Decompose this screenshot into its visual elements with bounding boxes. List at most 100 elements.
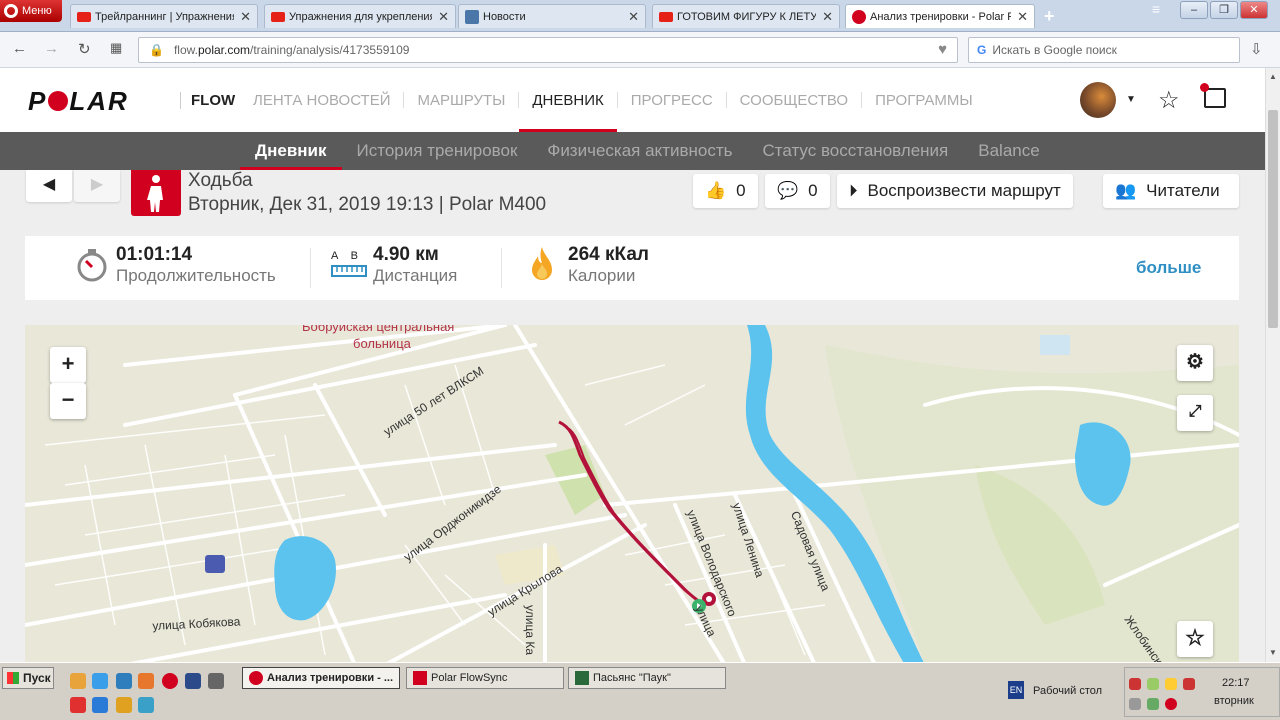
browser-tab-active[interactable]: Анализ тренировки - Polar Flow ✕ [845,4,1035,28]
duration-stat: 01:01:14 Продолжительность [77,244,276,286]
comments-button[interactable]: 💬 0 [765,174,830,208]
forward-icon[interactable]: → [44,40,59,57]
heart-icon[interactable]: ♥ [938,41,947,58]
ie-icon[interactable] [92,697,108,713]
avatar[interactable] [1080,82,1116,118]
minimize-button[interactable]: – [1180,1,1208,19]
flame-icon [530,246,554,287]
sub-nav: Дневник История тренировок Физическая ак… [0,132,1265,170]
tabs-menu-icon[interactable]: ≡ [1142,1,1170,19]
chrome-icon[interactable] [92,673,108,689]
distance-label: Дистанция [373,266,458,285]
nav-routes[interactable]: МАРШРУТЫ [404,68,518,132]
speed-dial-icon[interactable]: ▦ [110,40,122,56]
browser-tab[interactable]: ГОТОВИМ ФИГУРУ К ЛЕТУ ✕ [652,4,840,28]
calories-stat: 264 кКал Калории [532,244,649,286]
chevron-down-icon[interactable]: ▼ [1126,94,1136,105]
task-label: Polar FlowSync [431,672,508,684]
tray-icon[interactable] [1147,698,1159,710]
browser-tab[interactable]: Новости ✕ [458,4,646,28]
nav-diary[interactable]: ДНЕВНИК [519,68,618,132]
fullscreen-icon[interactable]: ⤢ [1177,395,1213,431]
tray-icon[interactable] [1129,678,1141,690]
tray-icon[interactable] [1147,678,1159,690]
route-map[interactable]: Бобруйская центральная больница улица 50… [25,325,1239,662]
task-spider-solitaire[interactable]: Пасьянс "Паук" [568,667,726,689]
nav-community[interactable]: СООБЩЕСТВО [727,68,861,132]
quicklaunch-icon[interactable] [116,673,132,689]
yandex-icon[interactable] [70,697,86,713]
subnav-activity[interactable]: Физическая активность [532,132,747,170]
polar-icon [852,9,866,24]
url-path: /training/analysis/4173559109 [250,43,410,57]
firefox-icon[interactable] [138,673,154,689]
nav-progress[interactable]: ПРОГРЕСС [618,68,726,132]
close-tab-icon[interactable]: ✕ [1017,9,1028,25]
scroll-up-icon[interactable]: ▲ [1266,70,1280,84]
save-icon[interactable] [185,673,201,689]
map-canvas [25,325,1239,662]
search-placeholder: Искать в Google поиск [992,43,1117,57]
youtube-icon [77,11,91,22]
replay-route-button[interactable]: ⏵ Воспроизвести маршрут [837,174,1073,208]
close-tab-icon[interactable]: ✕ [240,9,251,25]
tray-icon[interactable] [1165,678,1177,690]
flow-label: FLOW [180,92,235,109]
back-icon[interactable]: ← [12,40,27,57]
download-icon[interactable]: ⇩ [1250,40,1263,58]
previous-session-button[interactable]: ◀ [26,170,72,202]
desktop-toolbar-label[interactable]: Рабочий стол [1033,685,1102,697]
subnav-recovery[interactable]: Статус восстановления [748,132,964,170]
calories-value: 264 кКал [568,244,649,265]
star-icon[interactable]: ☆ [1158,86,1180,115]
shield-icon[interactable] [1183,678,1195,690]
followers-button[interactable]: 👥 Читатели [1103,174,1239,208]
opera-menu-button[interactable]: Меню [0,0,62,22]
opera-icon[interactable] [162,673,178,689]
zoom-out-button[interactable]: − [50,383,86,419]
tray-icon[interactable] [1129,698,1141,710]
notification-dot [1200,83,1209,92]
start-button[interactable]: Пуск [2,667,54,689]
close-window-button[interactable]: ✕ [1240,1,1268,19]
subnav-diary[interactable]: Дневник [240,132,342,170]
calculator-icon[interactable] [208,673,224,689]
next-session-button[interactable]: ▶ [74,170,120,202]
media-player-icon[interactable] [116,697,132,713]
polar-logo[interactable]: P LAR [28,86,129,117]
browser-tab[interactable]: Трейлраннинг | Упражнения ✕ [70,4,258,28]
distance-ab-icon: A B [331,250,367,278]
google-search-field[interactable]: G Искать в Google поиск [968,37,1240,63]
quicklaunch-icon[interactable] [70,673,86,689]
polar-flowsync-icon [413,671,427,685]
reload-icon[interactable]: ↻ [78,40,91,58]
opera-tray-icon[interactable] [1165,698,1177,710]
close-tab-icon[interactable]: ✕ [822,9,833,25]
subnav-history[interactable]: История тренировок [342,132,533,170]
subnav-balance[interactable]: Balance [963,132,1054,170]
page-scrollbar[interactable]: ▲ ▼ [1265,68,1280,662]
tab-title: Упражнения для укрепления [289,10,433,23]
scroll-thumb[interactable] [1268,110,1278,328]
browser-tab[interactable]: Упражнения для укрепления ✕ [264,4,456,28]
scroll-down-icon[interactable]: ▼ [1266,646,1280,660]
url-field[interactable]: 🔒 flow. polar.com/training/analysis/41735… [138,37,958,63]
favorite-star-icon[interactable]: ☆ [1177,621,1213,657]
google-icon: G [977,43,987,57]
task-flowsync[interactable]: Polar FlowSync [406,667,564,689]
more-link[interactable]: больше [1136,258,1201,278]
nav-programs[interactable]: ПРОГРАММЫ [862,68,986,132]
settings-gear-icon[interactable]: ⚙ [1177,345,1213,381]
new-tab-button[interactable]: + [1044,6,1055,27]
language-indicator[interactable]: EN [1008,681,1024,699]
notifications-icon[interactable] [1200,83,1226,108]
like-button[interactable]: 👍 0 [693,174,758,208]
maximize-button[interactable]: ❐ [1210,1,1238,19]
close-tab-icon[interactable]: ✕ [438,9,449,25]
zoom-in-button[interactable]: + [50,347,86,383]
clock-time[interactable]: 22:17 [1222,677,1250,689]
nav-feed[interactable]: ЛЕНТА НОВОСТЕЙ [240,68,403,132]
task-polar-analysis[interactable]: Анализ тренировки - ... [242,667,400,689]
close-tab-icon[interactable]: ✕ [628,9,639,25]
quicklaunch-icon[interactable] [138,697,154,713]
